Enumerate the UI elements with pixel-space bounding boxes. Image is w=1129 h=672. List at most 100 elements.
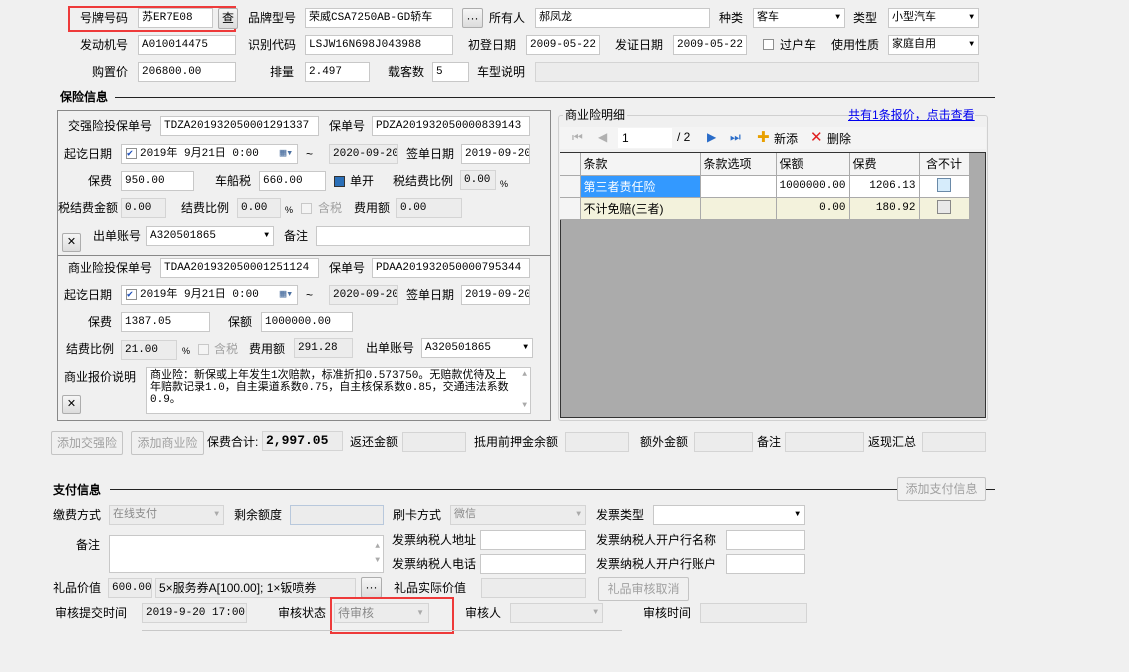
usage-select[interactable]: 家庭自用: [888, 35, 979, 55]
vehicle-tax-input[interactable]: 660.00: [259, 171, 326, 191]
transfer-checkbox[interactable]: [763, 39, 774, 50]
gift-more-button[interactable]: ···: [361, 577, 382, 598]
scroll-down-icon[interactable]: ▼: [522, 400, 527, 412]
add-compulsory-button[interactable]: 添加交强险: [51, 431, 123, 455]
submit-time-input[interactable]: 2019-9-20 17:00:5: [142, 603, 247, 623]
displacement-input[interactable]: 2.497: [305, 62, 370, 82]
quote-desc-textarea[interactable]: 商业险：新保或上年发生1次赔款，标准折扣0.573750。无赔款优待及上年赔款记…: [146, 367, 531, 414]
compulsory-account-select[interactable]: A320501865: [146, 226, 274, 246]
commercial-account-select[interactable]: A320501865: [421, 338, 533, 358]
cell-item[interactable]: 不计免赔(三者): [580, 197, 701, 220]
commercial-remove-button[interactable]: ✕: [62, 395, 81, 414]
col-no-deductible[interactable]: 含不计: [919, 153, 970, 176]
model-desc-input[interactable]: [535, 62, 979, 82]
brand-input[interactable]: 荣威CSA7250AB-GD轿车: [305, 8, 453, 28]
compulsory-app-input[interactable]: TDZA201932050001291337: [160, 116, 319, 136]
taxpayer-phone-input[interactable]: [480, 554, 586, 574]
quote-count-link[interactable]: 共有1条报价，点击查看: [848, 105, 975, 125]
gift-actual-input[interactable]: [481, 578, 586, 598]
compulsory-end-input[interactable]: 2020-09-20: [329, 144, 398, 164]
gift-desc-input[interactable]: 5×服务券A[100.00]; 1×钣喷券: [155, 578, 356, 598]
first-page-icon[interactable]: ⏮: [572, 130, 583, 145]
row-header[interactable]: [560, 197, 581, 220]
refund-input[interactable]: [402, 432, 466, 452]
balance-input[interactable]: [290, 505, 384, 525]
compulsory-remove-button[interactable]: ✕: [62, 233, 81, 252]
page-input[interactable]: 1: [618, 128, 672, 148]
reviewer-select[interactable]: [510, 603, 603, 623]
cell-option[interactable]: [700, 175, 777, 198]
payment-remark-textarea[interactable]: ▲ ▼: [109, 535, 384, 573]
bank-name-input[interactable]: [726, 530, 805, 550]
last-page-icon[interactable]: ⏭: [730, 130, 741, 145]
gift-cancel-button[interactable]: 礼品审核取消: [598, 577, 689, 601]
engine-input[interactable]: A010014475: [138, 35, 236, 55]
cell-premium[interactable]: 180.92: [849, 197, 920, 220]
compulsory-incl-tax-checkbox[interactable]: [301, 203, 312, 214]
table-row[interactable]: 不计免赔(三者) 0.00 180.92: [560, 197, 970, 220]
compulsory-premium-input[interactable]: 950.00: [121, 171, 194, 191]
deposit-input[interactable]: [565, 432, 629, 452]
delete-row-button[interactable]: 删除: [827, 130, 851, 147]
price-input[interactable]: 206800.00: [138, 62, 236, 82]
no-deductible-checkbox[interactable]: [937, 177, 952, 192]
totals-remark-input[interactable]: [785, 432, 864, 452]
brand-more-button[interactable]: ···: [462, 8, 483, 28]
separate-checkbox[interactable]: [334, 176, 345, 187]
calendar-dropdown-icon[interactable]: ▦▾: [280, 286, 293, 304]
compulsory-start-checkbox[interactable]: [126, 146, 137, 163]
commercial-app-input[interactable]: TDAA201932050001251124: [160, 258, 319, 278]
cell-coverage[interactable]: 0.00: [776, 197, 850, 220]
commercial-policy-input[interactable]: PDAA201932050000795344: [372, 258, 530, 278]
seats-input[interactable]: 5: [432, 62, 469, 82]
commercial-premium-input[interactable]: 1387.05: [121, 312, 210, 332]
commercial-fee-input[interactable]: 291.28: [294, 338, 353, 358]
invoice-type-select[interactable]: [653, 505, 805, 525]
col-coverage[interactable]: 保额: [776, 153, 850, 176]
add-commercial-button[interactable]: 添加商业险: [131, 431, 204, 455]
commercial-incl-tax-checkbox[interactable]: [198, 344, 209, 355]
cashback-input[interactable]: [922, 432, 986, 452]
type-select[interactable]: 小型汽车: [888, 8, 979, 28]
compulsory-start-datepicker[interactable]: 2019年 9月21日 0:00 ▦▾: [121, 144, 298, 164]
commercial-sign-input[interactable]: 2019-09-20: [461, 285, 530, 305]
cell-no-deductible[interactable]: [919, 197, 970, 220]
col-option[interactable]: 条款选项: [700, 153, 777, 176]
commercial-start-checkbox[interactable]: [126, 287, 137, 304]
query-button[interactable]: 查: [218, 8, 238, 29]
compulsory-fee-ratio-input[interactable]: 0.00: [237, 198, 281, 218]
table-row[interactable]: 第三者责任险 1000000.00 1206.13: [560, 175, 970, 198]
commercial-fee-ratio-input[interactable]: 21.00: [121, 340, 177, 360]
bank-account-input[interactable]: [726, 554, 805, 574]
vin-input[interactable]: LSJW16N698J043988: [305, 35, 453, 55]
compulsory-fee-input[interactable]: 0.00: [396, 198, 462, 218]
gift-value-input[interactable]: 600.00: [108, 578, 152, 598]
cell-item[interactable]: 第三者责任险: [580, 175, 701, 198]
cell-premium[interactable]: 1206.13: [849, 175, 920, 198]
commercial-end-input[interactable]: 2020-09-20: [329, 285, 398, 305]
compulsory-sign-input[interactable]: 2019-09-20: [461, 144, 530, 164]
pay-method-select[interactable]: 在线支付: [109, 505, 224, 525]
compulsory-remark-input[interactable]: [316, 226, 530, 246]
cell-no-deductible[interactable]: [919, 175, 970, 198]
commercial-coverage-input[interactable]: 1000000.00: [261, 312, 353, 332]
tax-amount-input[interactable]: 0.00: [121, 198, 166, 218]
commercial-start-datepicker[interactable]: 2019年 9月21日 0:00 ▦▾: [121, 285, 298, 305]
extra-input[interactable]: [694, 432, 753, 452]
calendar-dropdown-icon[interactable]: ▦▾: [280, 145, 293, 163]
first-reg-input[interactable]: 2009-05-22: [526, 35, 600, 55]
taxpayer-address-input[interactable]: [480, 530, 586, 550]
row-header[interactable]: [560, 175, 581, 198]
add-payment-button[interactable]: 添加支付信息: [897, 477, 986, 501]
no-deductible-checkbox[interactable]: [937, 199, 952, 214]
kind-select[interactable]: 客车: [753, 8, 845, 28]
col-premium[interactable]: 保费: [849, 153, 920, 176]
review-time-input[interactable]: [700, 603, 807, 623]
scroll-down-icon[interactable]: ▼: [375, 552, 380, 570]
tax-ratio-input[interactable]: 0.00: [460, 170, 496, 190]
cell-option[interactable]: [700, 197, 777, 220]
compulsory-policy-input[interactable]: PDZA201932050000839143: [372, 116, 530, 136]
col-item[interactable]: 条款: [580, 153, 701, 176]
next-page-icon[interactable]: ▶: [707, 130, 716, 144]
add-row-button[interactable]: 新添: [774, 130, 798, 147]
